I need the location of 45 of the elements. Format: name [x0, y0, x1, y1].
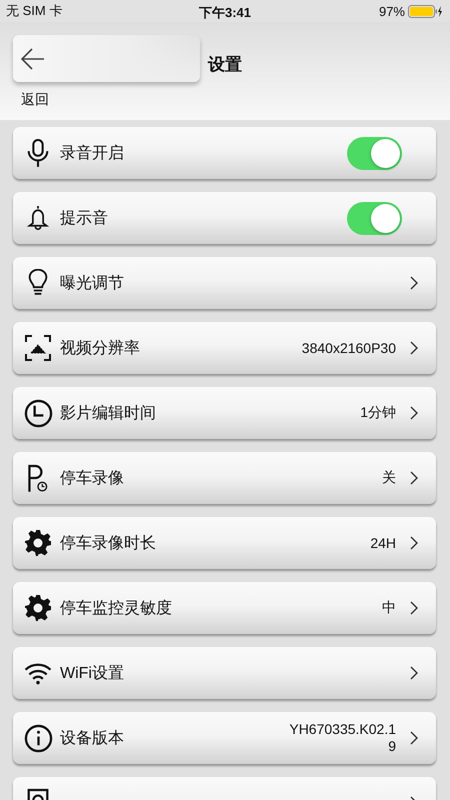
resolution-icon: [24, 334, 52, 362]
setting-label: 曝光调节: [60, 274, 125, 294]
setting-label: WiFi设置: [60, 664, 125, 684]
gear-icon: [24, 594, 52, 622]
setting-value: YH670335.K02.19: [288, 721, 396, 755]
parking-clock-icon: [26, 462, 50, 494]
settings-row[interactable]: WiFi设置: [13, 647, 436, 699]
wifi-icon: [23, 662, 53, 684]
setting-label: 停车监控灵敏度: [60, 598, 173, 618]
settings-row[interactable]: 曝光调节: [13, 257, 436, 309]
setting-value: 24H: [370, 535, 396, 551]
setting-value: 中: [382, 599, 396, 617]
toggle-switch[interactable]: [347, 136, 402, 170]
bell-icon: [26, 203, 50, 233]
setting-label: 录音开启: [60, 144, 125, 164]
setting-value: 1分钟: [360, 404, 396, 422]
settings-row[interactable]: 影片编辑时间 1分钟: [13, 387, 436, 439]
settings-row[interactable]: 停车监控灵敏度 中: [13, 582, 436, 634]
gear-icon: [24, 529, 52, 557]
clock-time: 下午3:41: [198, 5, 252, 20]
microphone-icon: [25, 137, 51, 169]
setting-label: 影片编辑时间: [60, 404, 157, 424]
page-title: 设置: [208, 55, 242, 74]
setting-value: 3840x2160P30: [302, 340, 396, 356]
battery-charging-icon: [408, 4, 444, 18]
carrier-label: 无 SIM 卡: [6, 3, 62, 18]
back-arrow-icon: [21, 48, 47, 70]
setting-label: 停车录像: [60, 468, 125, 488]
setting-value: 关: [382, 469, 396, 487]
settings-row[interactable]: 视频分辨率 3840x2160P30: [13, 322, 436, 374]
settings-row[interactable]: 停车录像时长 24H: [13, 517, 436, 569]
info-icon: [24, 724, 52, 752]
clock-icon: [24, 398, 52, 428]
setting-label: 提示音: [60, 208, 109, 228]
settings-row[interactable]: 录音开启: [13, 127, 436, 179]
toggle-switch[interactable]: [347, 202, 402, 234]
back-label[interactable]: 返回: [21, 91, 49, 109]
setting-label: 停车录像时长: [60, 534, 157, 554]
setting-label: 视频分辨率: [60, 338, 141, 358]
settings-row[interactable]: 设备版本 YH670335.K02.19: [13, 712, 436, 764]
lightbulb-icon: [28, 269, 48, 297]
settings-row[interactable]: 停车录像 关: [13, 452, 436, 504]
battery-percent: 97%: [378, 4, 405, 18]
setting-label: 设备版本: [60, 728, 125, 748]
settings-row[interactable]: 提示音: [13, 192, 436, 244]
